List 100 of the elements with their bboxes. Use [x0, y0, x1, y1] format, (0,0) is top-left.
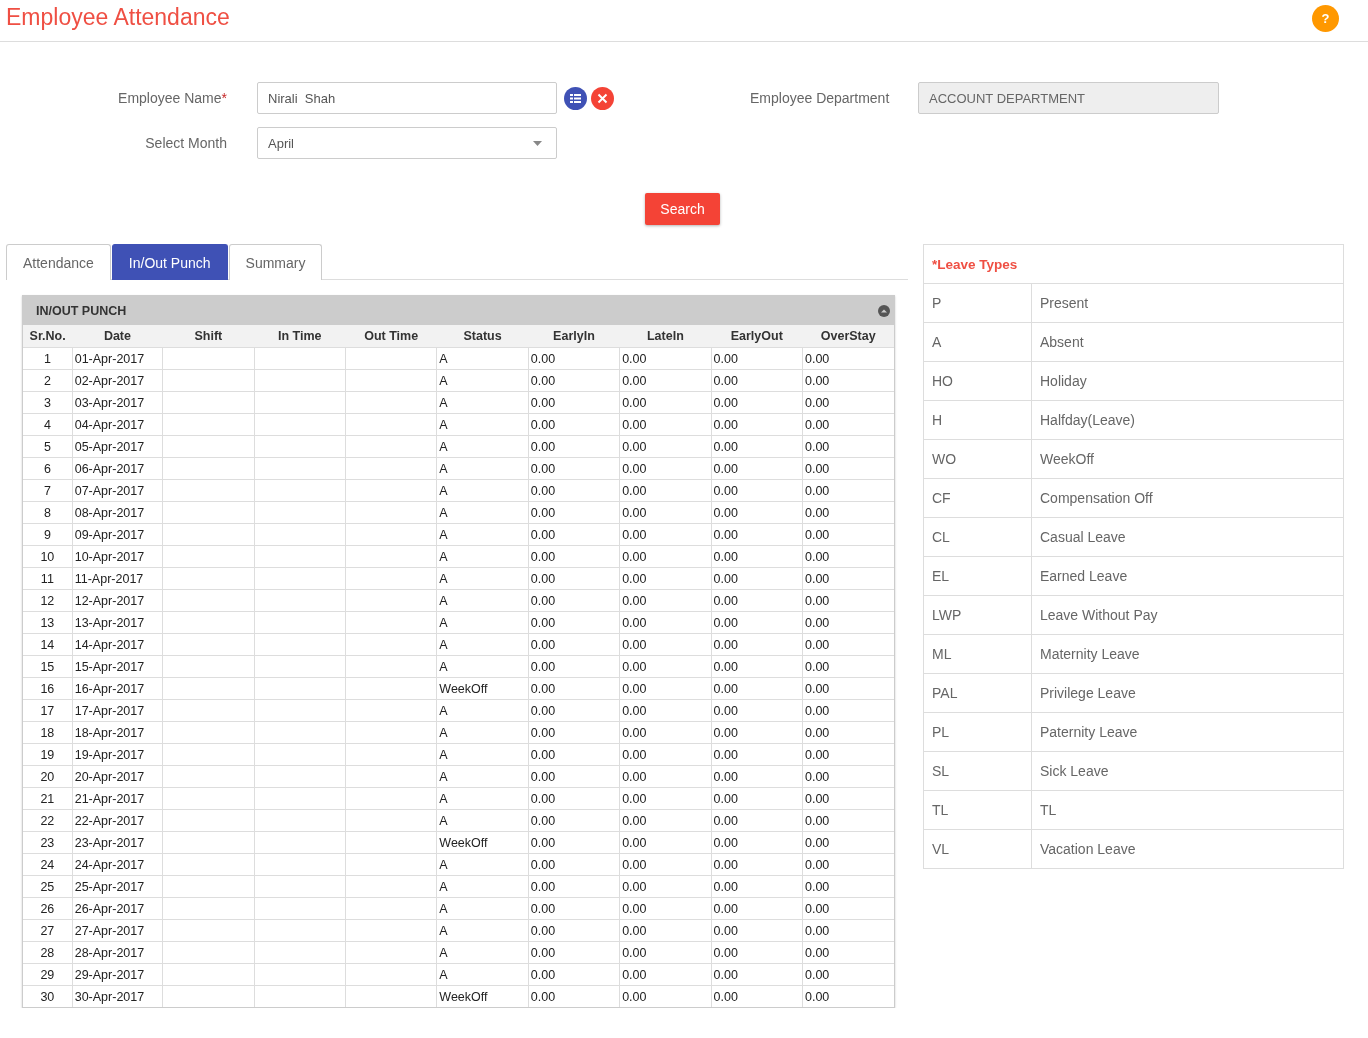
- table-cell: 29: [23, 963, 73, 986]
- table-cell: 0.00: [528, 457, 620, 480]
- table-cell: 0.00: [711, 457, 803, 480]
- table-cell: 0.00: [619, 985, 712, 1007]
- table-cell: 0.00: [711, 765, 803, 788]
- table-cell: 0.00: [802, 435, 894, 458]
- table-cell: 0.00: [802, 787, 894, 810]
- table-cell: 20: [23, 765, 73, 788]
- table-cell: 0.00: [528, 633, 620, 656]
- leave-name: Halfday(Leave): [1040, 412, 1135, 428]
- table-cell: 0.00: [802, 369, 894, 392]
- leave-code: CF: [932, 490, 951, 506]
- table-cell: 0.00: [528, 501, 620, 524]
- table-cell: 0.00: [711, 633, 803, 656]
- required-mark: *: [221, 90, 227, 106]
- leave-code: SL: [932, 763, 950, 779]
- leave-name: Compensation Off: [1040, 490, 1153, 506]
- table-cell: 0.00: [711, 347, 803, 370]
- table-cell: 02-Apr-2017: [72, 369, 163, 392]
- table-cell: 0.00: [711, 391, 803, 414]
- table-cell: 0.00: [711, 809, 803, 832]
- table-cell: 23: [23, 831, 73, 854]
- table-cell: A: [436, 765, 529, 788]
- table-cell: A: [436, 501, 529, 524]
- field-label: Employee Department: [750, 90, 888, 106]
- table-cell: 0.00: [802, 743, 894, 766]
- leave-code: LWP: [932, 607, 962, 623]
- table-cell: 0.00: [802, 897, 894, 920]
- table-cell: A: [436, 633, 529, 656]
- collapse-icon[interactable]: [878, 304, 890, 317]
- column-header: EarlyOut: [711, 325, 803, 348]
- table-cell: 0.00: [711, 523, 803, 546]
- leave-code: PAL: [932, 685, 958, 701]
- table-cell: 0.00: [802, 941, 894, 964]
- table-cell: 4: [23, 413, 73, 436]
- table-cell: 15: [23, 655, 73, 678]
- leave-name: Present: [1040, 295, 1089, 311]
- list-icon[interactable]: [564, 86, 587, 110]
- close-icon[interactable]: [591, 86, 614, 110]
- table-cell: 0.00: [528, 787, 620, 810]
- leave-name: Paternity Leave: [1040, 724, 1138, 740]
- tab[interactable]: Attendance: [6, 244, 111, 280]
- table-cell: 0.00: [619, 347, 712, 370]
- table-cell: 0.00: [619, 699, 712, 722]
- table-cell: 12: [23, 589, 73, 612]
- table-cell: 0.00: [619, 765, 712, 788]
- column-header: Sr.No.: [23, 325, 73, 348]
- table-cell: 23-Apr-2017: [72, 831, 163, 854]
- table-cell: A: [436, 721, 529, 744]
- table-cell: 0.00: [711, 545, 803, 568]
- table-cell: 0.00: [802, 765, 894, 788]
- table-cell: 25-Apr-2017: [72, 875, 163, 898]
- table-cell: 0.00: [619, 721, 712, 744]
- table-cell: 0.00: [802, 831, 894, 854]
- table-cell: 16: [23, 677, 73, 700]
- table-cell: 0.00: [619, 391, 712, 414]
- table-cell: 30: [23, 985, 73, 1007]
- table-cell: 0.00: [528, 743, 620, 766]
- table-cell: 0.00: [528, 545, 620, 568]
- table-cell: A: [436, 809, 529, 832]
- table-cell: 0.00: [711, 963, 803, 986]
- table-cell: 6: [23, 457, 73, 480]
- tab[interactable]: Summary: [228, 244, 323, 280]
- table-cell: 0.00: [619, 919, 712, 942]
- employee-name-field[interactable]: Nirali Shah: [257, 82, 557, 114]
- leave-code: PL: [932, 724, 950, 740]
- table-cell: 0.00: [802, 677, 894, 700]
- tab[interactable]: In/Out Punch: [111, 244, 228, 280]
- table-cell: 0.00: [528, 985, 620, 1007]
- table-cell: 18: [23, 721, 73, 744]
- leave-code: EL: [932, 568, 950, 584]
- table-cell: 16-Apr-2017: [72, 677, 163, 700]
- table-cell: 0.00: [711, 897, 803, 920]
- table-cell: 0.00: [711, 501, 803, 524]
- table-cell: 0.00: [619, 831, 712, 854]
- column-header: Date: [72, 325, 163, 348]
- table-cell: 22: [23, 809, 73, 832]
- table-cell: 0.00: [802, 655, 894, 678]
- table-cell: 0.00: [802, 721, 894, 744]
- table-cell: 0.00: [619, 589, 712, 612]
- table-cell: 0.00: [711, 435, 803, 458]
- table-cell: 0.00: [619, 545, 712, 568]
- table-cell: 0.00: [619, 941, 712, 964]
- table-cell: 0.00: [528, 919, 620, 942]
- table-cell: 9: [23, 523, 73, 546]
- table-cell: A: [436, 391, 529, 414]
- table-cell: 0.00: [528, 567, 620, 590]
- table-cell: A: [436, 523, 529, 546]
- search-button[interactable]: Search: [645, 193, 720, 225]
- table-cell: 01-Apr-2017: [72, 347, 163, 370]
- table-cell: 0.00: [711, 985, 803, 1007]
- table-cell: 0.00: [528, 413, 620, 436]
- table-cell: 25: [23, 875, 73, 898]
- table-cell: 19-Apr-2017: [72, 743, 163, 766]
- column-header: OverStay: [802, 325, 894, 348]
- month-select[interactable]: April: [257, 127, 557, 159]
- table-cell: 0.00: [528, 721, 620, 744]
- table-cell: 0.00: [528, 479, 620, 502]
- table-cell: 7: [23, 479, 73, 502]
- table-cell: A: [436, 413, 529, 436]
